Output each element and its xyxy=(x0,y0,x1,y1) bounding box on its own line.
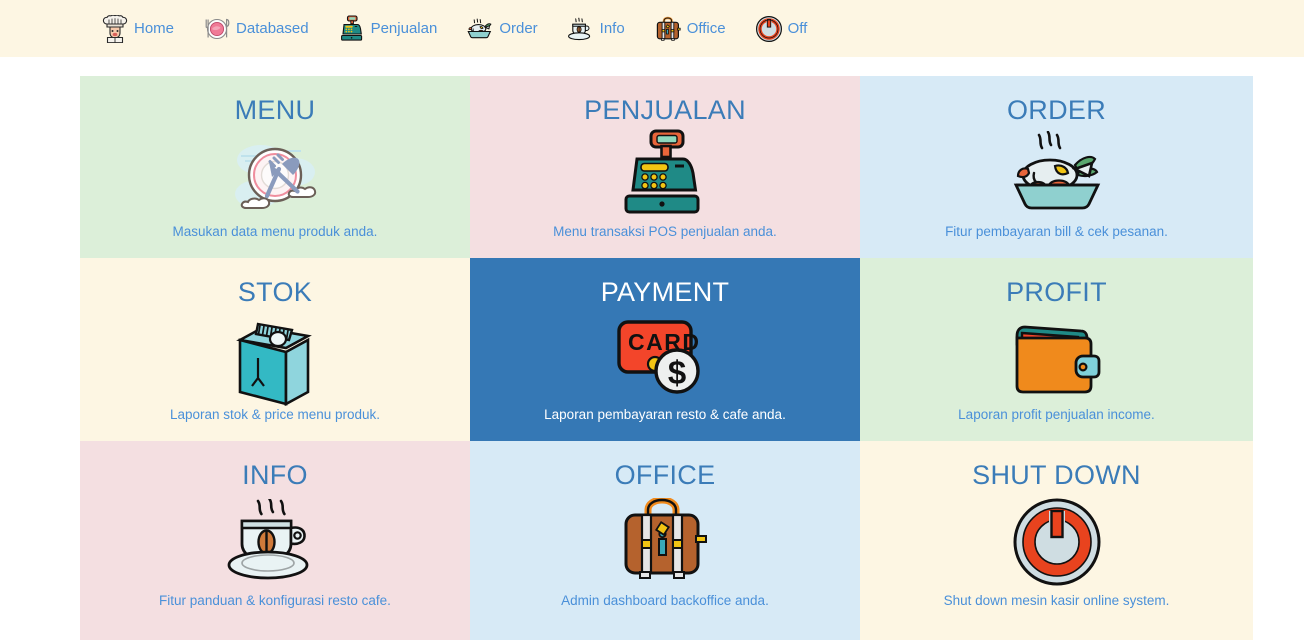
tile-shutdown[interactable]: SHUT DOWN Shut down mesin kasir online s… xyxy=(860,441,1253,640)
tile-description: Laporan pembayaran resto & cafe anda. xyxy=(544,406,786,422)
tile-info[interactable]: INFO Fitur panduan & konfigurasi resto c… xyxy=(80,441,470,640)
briefcase-icon xyxy=(470,491,860,594)
chef-hat-icon xyxy=(100,14,130,44)
tile-title: SHUT DOWN xyxy=(972,460,1141,490)
cash-register-icon xyxy=(470,126,860,225)
tile-description: Laporan profit penjualan income. xyxy=(958,406,1155,422)
coffee-cup-icon xyxy=(80,491,470,594)
tile-stok[interactable]: STOK Laporan stok & price menu produk. xyxy=(80,258,470,441)
tile-title: INFO xyxy=(242,460,308,490)
tile-title: PENJUALAN xyxy=(584,95,746,125)
tile-order[interactable]: ORDER Fitur pembayaran bill & cek pesana… xyxy=(860,76,1253,258)
nav-item-info[interactable]: Info xyxy=(566,14,625,44)
nav-item-label: Off xyxy=(787,20,808,37)
svg-text:$: $ xyxy=(668,354,686,391)
coffee-cup-icon xyxy=(566,14,596,44)
card-coin-icon: CARD $ xyxy=(470,308,860,408)
nav-item-label: Info xyxy=(599,20,625,37)
fish-plate-icon xyxy=(860,126,1253,225)
nav-item-label: Order xyxy=(499,20,538,37)
tile-description: Fitur panduan & konfigurasi resto cafe. xyxy=(159,592,391,608)
plate-cutlery-icon xyxy=(202,14,232,44)
nav-item-label: Office xyxy=(686,20,726,37)
power-icon xyxy=(754,14,784,44)
nav-item-databased[interactable]: Databased xyxy=(202,14,309,44)
tile-description: Fitur pembayaran bill & cek pesanan. xyxy=(945,223,1168,239)
tile-title: PROFIT xyxy=(1006,277,1107,307)
tile-payment[interactable]: PAYMENT CARD $ Laporan pembayaran resto … xyxy=(470,258,860,441)
milk-carton-icon xyxy=(80,308,470,408)
dashboard-tile-grid: MENU Masukan data menu produk anda. PENJ… xyxy=(80,76,1253,640)
tile-description: Laporan stok & price menu produk. xyxy=(169,406,381,422)
tile-title: ORDER xyxy=(1006,95,1106,125)
svg-text:CARD: CARD xyxy=(628,329,700,355)
nav-item-office[interactable]: Office xyxy=(653,14,726,44)
tile-title: STOK xyxy=(237,277,313,307)
fish-plate-icon xyxy=(465,14,495,44)
tile-title: PAYMENT xyxy=(600,277,730,307)
power-icon xyxy=(860,491,1253,594)
tile-office[interactable]: OFFICE Admin dashboard backoffice anda. xyxy=(470,441,860,640)
briefcase-icon xyxy=(653,14,683,44)
tile-title: OFFICE xyxy=(614,460,716,490)
cash-register-icon xyxy=(337,14,367,44)
nav-item-label: Home xyxy=(134,20,175,37)
plate-fork-clouds-icon xyxy=(80,126,470,225)
tile-menu[interactable]: MENU Masukan data menu produk anda. xyxy=(80,76,470,258)
tile-description: Masukan data menu produk anda. xyxy=(172,223,378,239)
wallet-icon xyxy=(860,308,1253,408)
tile-description: Shut down mesin kasir online system. xyxy=(943,592,1170,608)
tile-penjualan[interactable]: PENJUALAN Menu transaksi POS penjualan a… xyxy=(470,76,860,258)
nav-item-label: Databased xyxy=(236,20,309,37)
nav-item-order[interactable]: Order xyxy=(465,14,538,44)
nav-item-home[interactable]: Home xyxy=(100,14,174,44)
tile-description: Menu transaksi POS penjualan anda. xyxy=(553,223,777,239)
tile-description: Admin dashboard backoffice anda. xyxy=(561,592,769,608)
nav-item-label: Penjualan xyxy=(370,20,438,37)
nav-item-penjualan[interactable]: Penjualan xyxy=(337,14,438,44)
nav-item-off[interactable]: Off xyxy=(754,14,808,44)
tile-profit[interactable]: PROFIT Laporan profit penjualan income. xyxy=(860,258,1253,441)
top-navigation-bar: Home Databased Penjualan Order Info Offi… xyxy=(0,0,1304,57)
tile-title: MENU xyxy=(234,95,316,125)
